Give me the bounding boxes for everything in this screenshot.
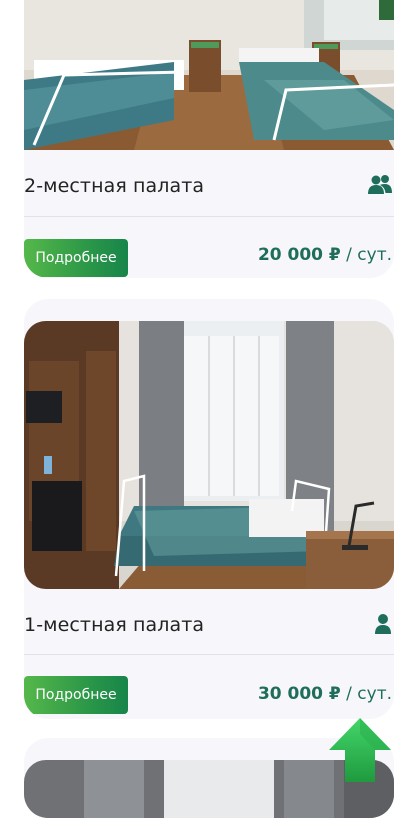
room-card-double: 2-местная палата Подробнее 20 000 ₽ / су…: [24, 0, 394, 278]
price-amount: 30 000 ₽: [257, 684, 341, 704]
room-photo-double[interactable]: [24, 0, 394, 150]
room-photo-single[interactable]: [24, 321, 394, 589]
price-unit: / сут.: [340, 245, 392, 265]
card-divider: [24, 654, 394, 655]
arrow-up-icon: [329, 718, 391, 782]
scroll-to-top-button[interactable]: [328, 716, 392, 784]
price-unit: / сут.: [340, 684, 392, 704]
details-button[interactable]: Подробнее: [24, 239, 128, 277]
room-price: 20 000 ₽ / сут.: [258, 245, 392, 265]
room-title: 2-местная палата: [24, 175, 205, 197]
two-people-icon: [368, 174, 392, 201]
person-icon: [374, 613, 392, 640]
details-button[interactable]: Подробнее: [24, 676, 128, 714]
price-amount: 20 000 ₽: [257, 245, 341, 265]
card-divider: [24, 216, 394, 217]
room-price: 30 000 ₽ / сут.: [258, 684, 392, 704]
room-card-single: 1-местная палата Подробнее 30 000 ₽ / су…: [24, 299, 394, 719]
room-title: 1-местная палата: [24, 614, 205, 636]
